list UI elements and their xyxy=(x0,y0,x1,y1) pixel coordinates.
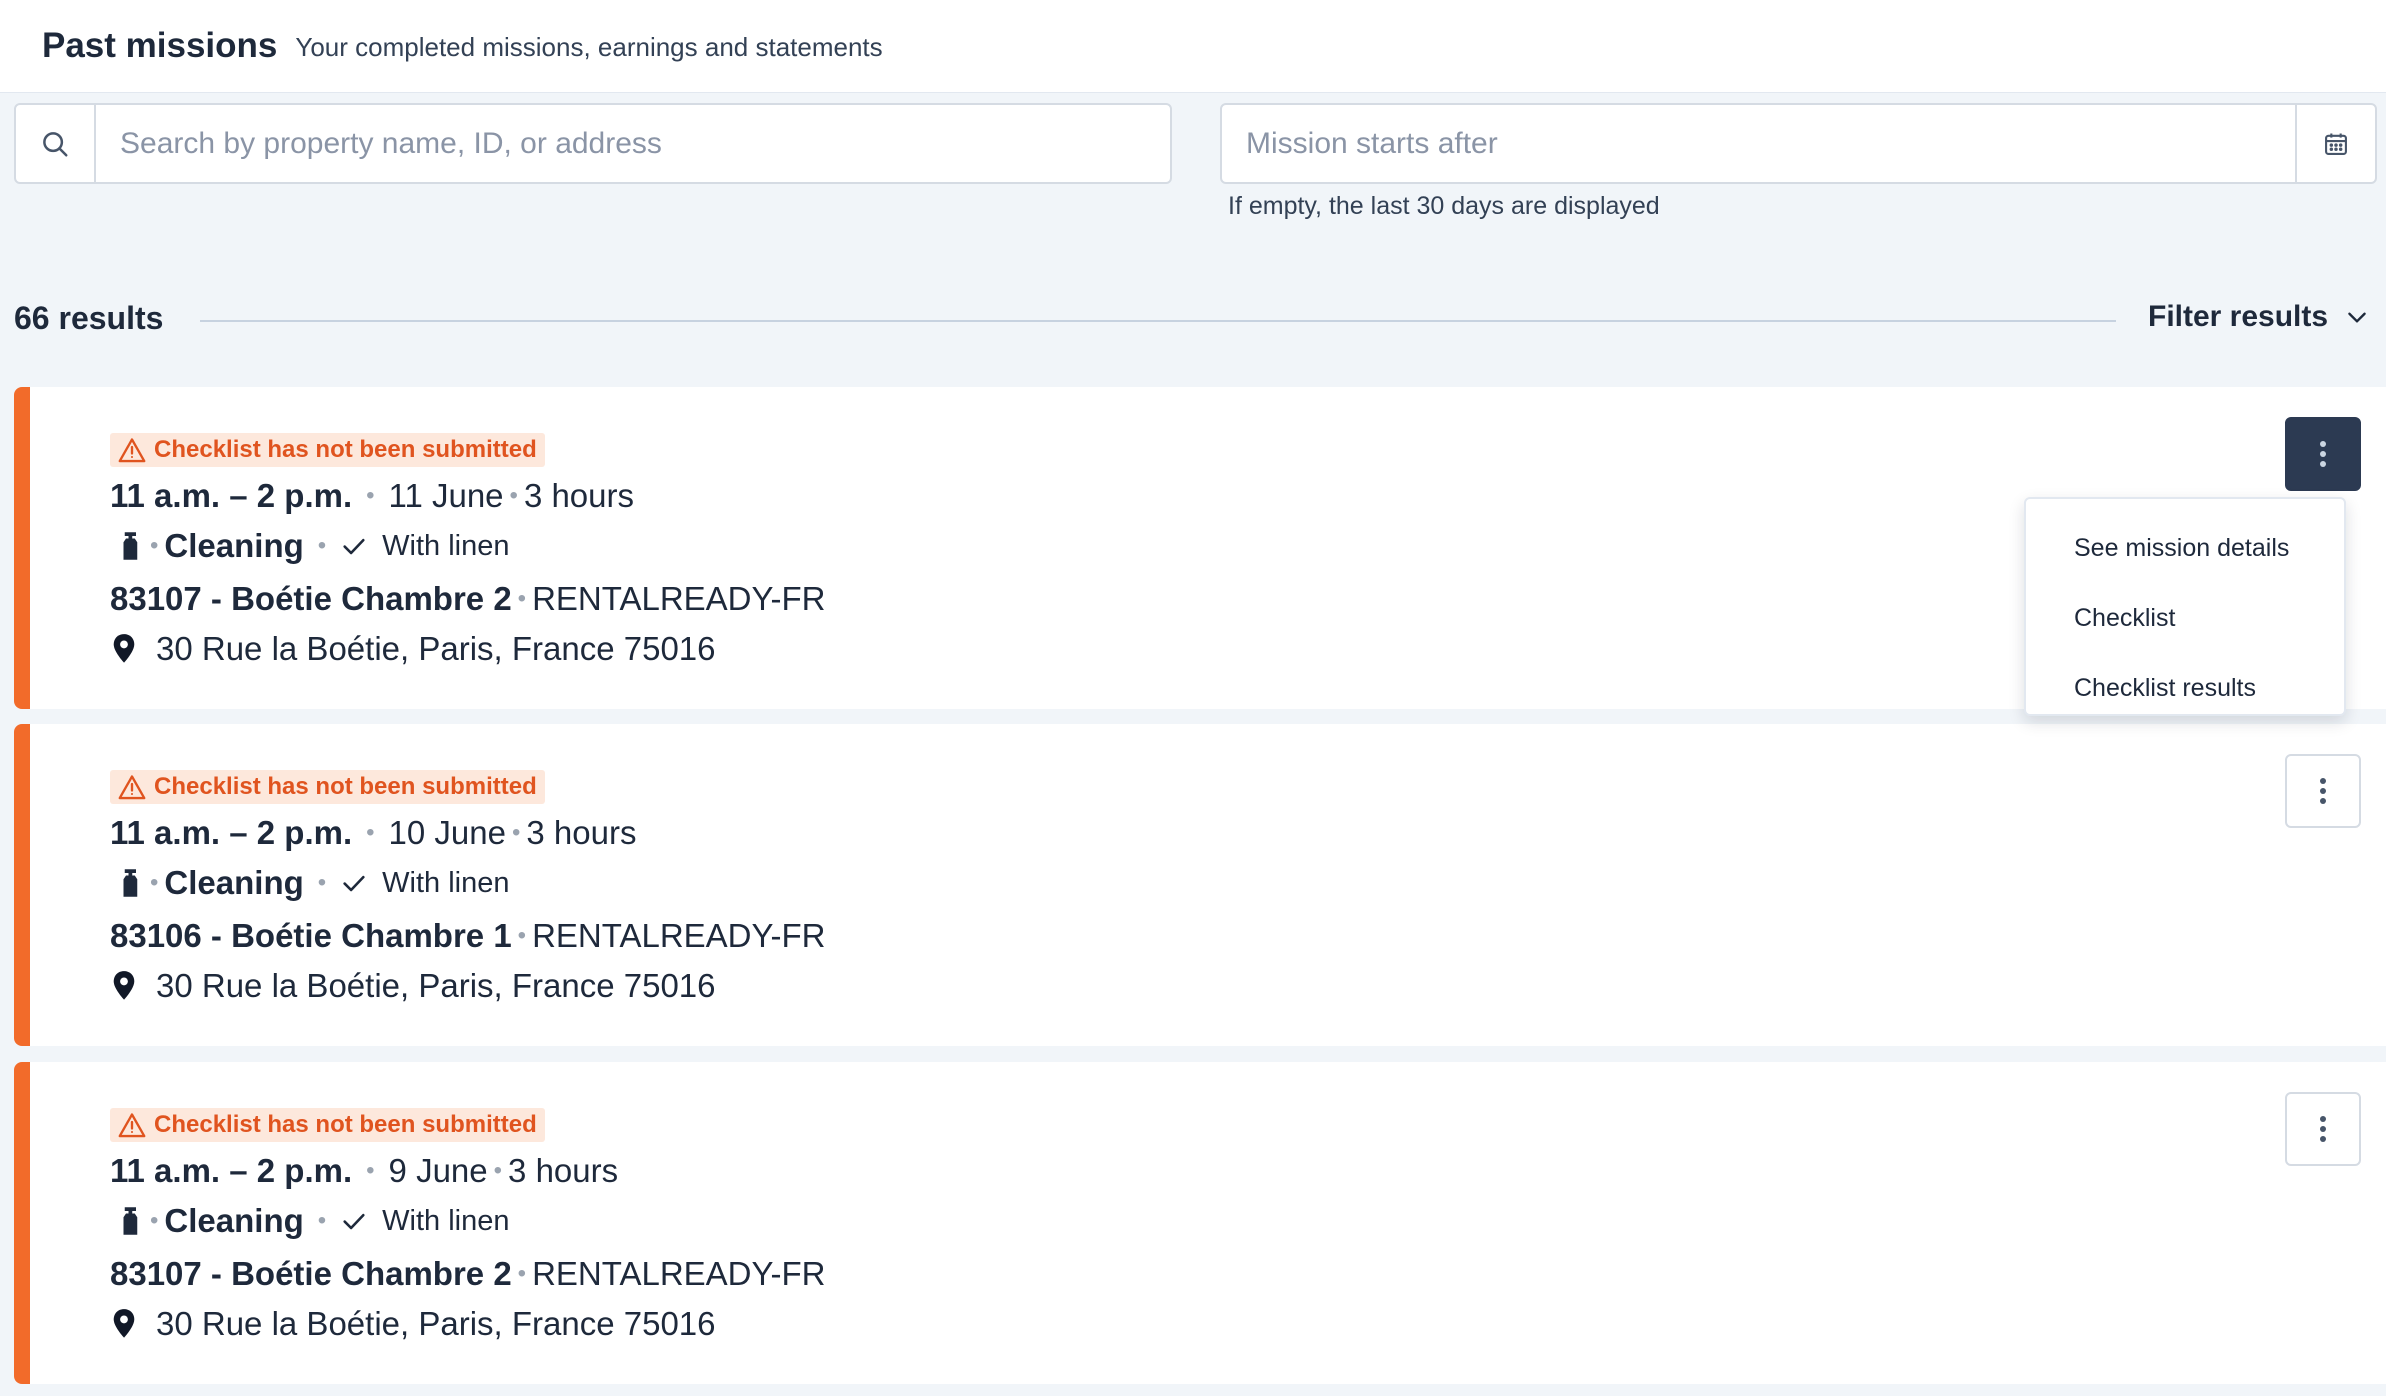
warning-text: Checklist has not been submitted xyxy=(154,436,537,463)
mission-actions-button[interactable] xyxy=(2285,1092,2361,1166)
check-icon xyxy=(343,1213,365,1230)
property-name: 83106 - Boétie Chambre 1 xyxy=(110,917,512,954)
mission-schedule: 11 a.m. – 2 p.m. • 9 June • 3 hours xyxy=(110,1151,825,1191)
separator-dot: • xyxy=(517,585,527,612)
results-count: 66 results xyxy=(14,300,164,336)
chevron-down-icon xyxy=(2348,312,2366,323)
mission-time: 11 a.m. – 2 p.m. xyxy=(110,477,353,514)
filter-results-label: Filter results xyxy=(2148,300,2329,333)
separator-dot: • xyxy=(366,819,375,846)
separator-dot: • xyxy=(317,869,327,896)
separator-dot: • xyxy=(517,922,527,949)
search-field xyxy=(14,103,1172,184)
address-row: 30 Rue la Boétie, Paris, France 75016 xyxy=(110,1301,825,1347)
search-input[interactable] xyxy=(96,105,1170,182)
checklist-warning-badge: Checklist has not been submitted xyxy=(110,770,545,804)
mission-actions-button[interactable] xyxy=(2285,417,2361,491)
calendar-button[interactable] xyxy=(2295,105,2375,182)
mission-address: 30 Rue la Boétie, Paris, France 75016 xyxy=(156,630,716,667)
page-title: Past missions xyxy=(42,26,278,65)
mission-schedule: 11 a.m. – 2 p.m. • 11 June • 3 hours xyxy=(110,476,825,516)
mission-type: Cleaning xyxy=(164,864,304,901)
warning-icon xyxy=(118,1113,146,1138)
mission-card: Checklist has not been submitted 11 a.m.… xyxy=(14,724,2386,1046)
mission-duration: 3 hours xyxy=(523,477,635,514)
mission-date: 9 June xyxy=(388,1152,488,1189)
property-row: 83106 - Boétie Chambre 1 • RENTALREADY-F… xyxy=(110,913,825,959)
calendar-icon xyxy=(2325,133,2347,155)
separator-dot: • xyxy=(150,532,159,559)
mission-type: Cleaning xyxy=(164,1202,304,1239)
mission-date: 11 June xyxy=(388,477,504,514)
checklist-warning-badge: Checklist has not been submitted xyxy=(110,433,545,467)
menu-item-see-mission-details[interactable]: See mission details xyxy=(2026,513,2344,583)
separator-dot: • xyxy=(517,1260,527,1287)
more-vertical-icon xyxy=(2320,441,2326,467)
location-pin-icon xyxy=(113,1309,135,1338)
date-filter-field xyxy=(1220,103,2377,184)
mission-duration: 3 hours xyxy=(526,814,637,851)
page-subtitle: Your completed missions, earnings and st… xyxy=(295,31,883,62)
separator-dot: • xyxy=(366,482,375,509)
property-row: 83107 - Boétie Chambre 2 • RENTALREADY-F… xyxy=(110,576,825,622)
mission-start-date-input[interactable] xyxy=(1222,105,2295,182)
linen-status: With linen xyxy=(382,866,510,899)
check-icon xyxy=(343,875,365,892)
separator-dot: • xyxy=(366,1157,375,1184)
check-icon xyxy=(343,538,365,555)
page-header: Past missions Your completed missions, e… xyxy=(0,0,2386,93)
linen-status: With linen xyxy=(382,529,510,562)
mission-type: Cleaning xyxy=(164,527,304,564)
menu-item-checklist[interactable]: Checklist xyxy=(2026,583,2344,653)
search-icon xyxy=(43,131,68,156)
warning-text: Checklist has not been submitted xyxy=(154,1111,537,1138)
mission-schedule: 11 a.m. – 2 p.m. • 10 June • 3 hours xyxy=(110,813,825,853)
property-name: 83107 - Boétie Chambre 2 xyxy=(110,580,512,617)
warning-text: Checklist has not been submitted xyxy=(154,773,537,800)
location-pin-icon xyxy=(113,634,135,663)
separator-dot: • xyxy=(150,869,159,896)
address-row: 30 Rue la Boétie, Paris, France 75016 xyxy=(110,626,825,672)
mission-time: 11 a.m. – 2 p.m. xyxy=(110,814,353,851)
mission-card: Checklist has not been submitted 11 a.m.… xyxy=(14,1062,2386,1384)
linen-status: With linen xyxy=(382,1204,510,1237)
search-icon-cell xyxy=(16,105,96,182)
mission-date: 10 June xyxy=(388,814,506,851)
separator-dot: • xyxy=(511,819,521,846)
filter-results-button[interactable]: Filter results xyxy=(2148,300,2370,334)
mission-type-row: • Cleaning • With linen xyxy=(110,861,825,905)
date-filter-hint: If empty, the last 30 days are displayed xyxy=(1228,192,1660,220)
checklist-warning-badge: Checklist has not been submitted xyxy=(110,1108,545,1142)
spray-bottle-icon xyxy=(123,532,138,560)
mission-duration: 3 hours xyxy=(508,1152,619,1189)
mission-type-row: • Cleaning • With linen xyxy=(110,1199,825,1243)
company-name: RENTALREADY-FR xyxy=(532,1255,826,1292)
separator-dot: • xyxy=(317,532,327,559)
spray-bottle-icon xyxy=(123,1207,138,1235)
separator-dot: • xyxy=(317,1207,327,1234)
warning-icon xyxy=(118,438,146,463)
location-pin-icon xyxy=(113,971,135,1000)
separator-dot: • xyxy=(509,482,518,509)
more-vertical-icon xyxy=(2320,778,2326,804)
mission-actions-menu: See mission details Checklist Checklist … xyxy=(2024,497,2346,716)
mission-address: 30 Rue la Boétie, Paris, France 75016 xyxy=(156,1305,716,1342)
address-row: 30 Rue la Boétie, Paris, France 75016 xyxy=(110,963,825,1009)
mission-type-row: • Cleaning • With linen xyxy=(110,524,825,568)
mission-actions-button[interactable] xyxy=(2285,754,2361,828)
warning-icon xyxy=(118,775,146,800)
property-name: 83107 - Boétie Chambre 2 xyxy=(110,1255,512,1292)
separator-dot: • xyxy=(150,1207,159,1234)
company-name: RENTALREADY-FR xyxy=(532,917,826,954)
spray-bottle-icon xyxy=(123,869,138,897)
results-divider xyxy=(200,320,2116,322)
menu-item-checklist-results[interactable]: Checklist results xyxy=(2026,653,2344,723)
property-row: 83107 - Boétie Chambre 2 • RENTALREADY-F… xyxy=(110,1251,825,1297)
separator-dot: • xyxy=(493,1157,503,1184)
mission-time: 11 a.m. – 2 p.m. xyxy=(110,1152,353,1189)
mission-address: 30 Rue la Boétie, Paris, France 75016 xyxy=(156,967,716,1004)
company-name: RENTALREADY-FR xyxy=(532,580,826,617)
more-vertical-icon xyxy=(2320,1116,2326,1142)
